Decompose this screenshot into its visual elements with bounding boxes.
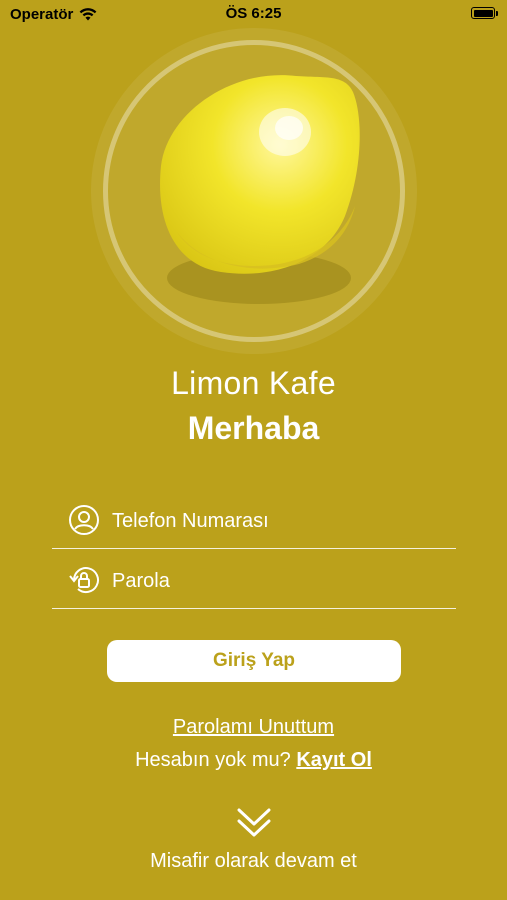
battery-icon <box>471 7 498 19</box>
signup-row: Hesabın yok mu? Kayıt Ol <box>0 749 507 772</box>
logo <box>91 28 417 354</box>
forgot-password-row: Parolamı Unuttum <box>0 716 507 739</box>
status-time: ÖS 6:25 <box>225 5 282 22</box>
no-account-text: Hesabın yok mu? <box>135 749 291 771</box>
guest-continue-link[interactable]: Misafir olarak devam et <box>0 850 507 873</box>
lemon-icon <box>160 75 360 304</box>
app-name: Limon Kafe <box>171 365 336 401</box>
password-placeholder: Parola <box>112 570 170 592</box>
forgot-password-link[interactable]: Parolamı Unuttum <box>173 716 334 738</box>
user-icon <box>69 505 99 535</box>
login-button[interactable]: Giriş Yap <box>107 640 401 682</box>
phone-placeholder: Telefon Numarası <box>112 510 269 532</box>
password-field[interactable]: Parola <box>52 558 456 609</box>
signup-link[interactable]: Kayıt Ol <box>296 749 372 771</box>
greeting-title: Merhaba <box>187 410 320 446</box>
password-reset-icon <box>69 567 99 594</box>
chevron-down-icon[interactable] <box>236 804 272 840</box>
phone-field[interactable]: Telefon Numarası <box>52 498 456 549</box>
status-bar: Operatör ÖS 6:25 <box>0 0 507 28</box>
